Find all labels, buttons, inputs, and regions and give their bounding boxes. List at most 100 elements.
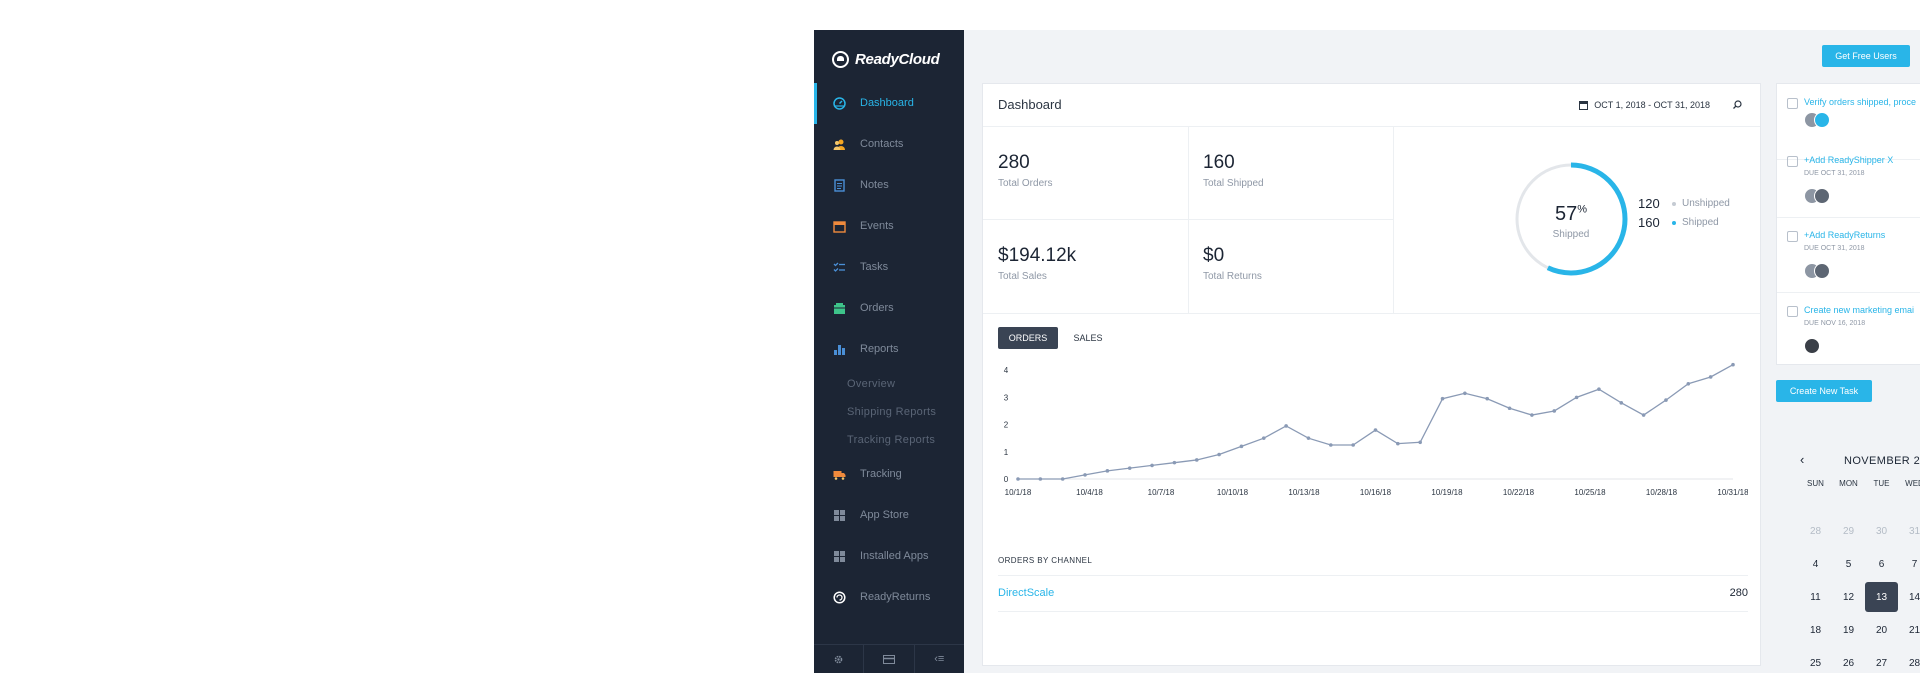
channel-value: 280 <box>1729 587 1748 599</box>
stat-divider <box>1188 127 1189 313</box>
header-divider <box>983 126 1760 127</box>
x-tick-label: 10/31/18 <box>1717 488 1748 497</box>
y-tick-label: 1 <box>1004 448 1009 457</box>
task-title[interactable]: +Add ReadyShipper X <box>1804 155 1893 165</box>
tab-sales[interactable]: SALES <box>1068 327 1108 349</box>
calendar-day[interactable]: 18 <box>1799 615 1832 645</box>
sidebar-subitem-overview[interactable]: Overview <box>814 370 964 398</box>
data-point <box>1150 463 1154 468</box>
calendar-day[interactable]: 26 <box>1832 648 1865 673</box>
task-checkbox[interactable] <box>1787 156 1798 167</box>
sidebar-subitem-tracking-reports[interactable]: Tracking Reports <box>814 426 964 454</box>
sidebar-item-readyreturns[interactable]: ReadyReturns <box>814 577 964 618</box>
y-tick-label: 2 <box>1004 421 1009 430</box>
sidebar-item-dashboard[interactable]: Dashboard <box>814 83 964 124</box>
sidebar-item-orders[interactable]: Orders <box>814 288 964 329</box>
calendar-weekday: MON <box>1839 479 1858 488</box>
grid-icon <box>834 510 845 521</box>
sidebar-item-reports[interactable]: Reports <box>814 329 964 370</box>
sidebar-item-installed-apps[interactable]: Installed Apps <box>814 536 964 577</box>
search-icon[interactable] <box>1733 100 1742 109</box>
task-item[interactable]: +Add ReadyShipper X DUE OCT 31, 2018 <box>1777 142 1920 218</box>
calendar-day[interactable]: 6 <box>1865 549 1898 579</box>
sidebar-item-label: ReadyReturns <box>860 591 931 603</box>
avatar <box>1814 263 1830 279</box>
stat-value: 160 <box>1203 152 1235 173</box>
truck-icon <box>833 471 846 480</box>
data-point <box>1708 375 1713 379</box>
tab-orders[interactable]: ORDERS <box>998 327 1058 349</box>
calendar-day[interactable]: 31 <box>1898 516 1920 546</box>
sidebar-footer: ‹≡ <box>814 644 964 673</box>
orders-by-channel-heading: ORDERS BY CHANNEL <box>998 556 1093 565</box>
stat-label: Total Sales <box>998 271 1047 282</box>
data-point <box>1396 441 1400 446</box>
billing-button[interactable] <box>864 645 915 673</box>
sidebar-item-notes[interactable]: Notes <box>814 165 964 206</box>
calendar-weekday: SUN <box>1807 479 1824 488</box>
sidebar-nav: Dashboard Contacts Notes Events Tasks Or… <box>814 83 964 618</box>
task-item[interactable]: Create new marketing emai DUE NOV 16, 20… <box>1777 292 1920 367</box>
calendar-day[interactable]: 21 <box>1898 615 1920 645</box>
calendar-day[interactable]: 25 <box>1799 648 1832 673</box>
sidebar-item-events[interactable]: Events <box>814 206 964 247</box>
calendar-day[interactable]: 30 <box>1865 516 1898 546</box>
calendar-day[interactable]: 11 <box>1799 582 1832 612</box>
gear-icon <box>834 655 843 663</box>
calendar-day[interactable]: 14 <box>1898 582 1920 612</box>
settings-button[interactable] <box>814 645 865 673</box>
stat-divider <box>983 219 1393 220</box>
y-tick-label: 4 <box>1004 366 1009 375</box>
data-point <box>1105 469 1110 473</box>
data-point <box>1127 466 1132 470</box>
data-point <box>1485 396 1490 401</box>
task-checkbox[interactable] <box>1787 231 1798 242</box>
sidebar-item-app-store[interactable]: App Store <box>814 495 964 536</box>
calendar-day[interactable]: 29 <box>1832 516 1865 546</box>
channel-row: DirectScale 280 <box>998 575 1748 612</box>
series-line <box>1018 364 1734 480</box>
calendar-day[interactable]: 13 <box>1865 582 1898 612</box>
task-title[interactable]: +Add ReadyReturns <box>1804 230 1885 240</box>
sidebar-item-label: Notes <box>860 179 889 191</box>
avatar <box>1814 188 1830 204</box>
task-title[interactable]: Verify orders shipped, proce <box>1804 97 1916 107</box>
calendar-day[interactable]: 5 <box>1832 549 1865 579</box>
collapse-sidebar-button[interactable]: ‹≡ <box>915 645 964 673</box>
sidebar-item-tasks[interactable]: Tasks <box>814 247 964 288</box>
sidebar-item-label: Tasks <box>860 261 889 273</box>
calendar-weekday: TUE <box>1873 479 1890 488</box>
calendar-day[interactable]: 7 <box>1898 549 1920 579</box>
create-new-task-button[interactable]: Create New Task <box>1776 380 1872 402</box>
calendar-day[interactable]: 12 <box>1832 582 1865 612</box>
task-due-date: DUE OCT 31, 2018 <box>1804 170 1865 177</box>
date-range-picker[interactable]: OCT 1, 2018 - OCT 31, 2018 <box>1579 100 1710 110</box>
sidebar-item-label: Orders <box>860 302 894 314</box>
sidebar-item-tracking[interactable]: Tracking <box>814 454 964 495</box>
get-free-users-button[interactable]: Get Free Users <box>1822 45 1910 67</box>
channel-name-link[interactable]: DirectScale <box>998 587 1054 599</box>
sidebar-item-contacts[interactable]: Contacts <box>814 124 964 165</box>
calendar-day[interactable]: 28 <box>1898 648 1920 673</box>
calendar-prev-button[interactable]: ‹ <box>1800 452 1804 467</box>
calendar-day[interactable]: 19 <box>1832 615 1865 645</box>
calendar-day[interactable]: 4 <box>1799 549 1832 579</box>
calendar-day[interactable]: 27 <box>1865 648 1898 673</box>
task-checkbox[interactable] <box>1787 306 1798 317</box>
task-item[interactable]: +Add ReadyReturns DUE OCT 31, 2018 <box>1777 217 1920 293</box>
calendar-day[interactable]: 28 <box>1799 516 1832 546</box>
calendar-day[interactable]: 20 <box>1865 615 1898 645</box>
x-tick-label: 10/16/18 <box>1360 488 1392 497</box>
legend-dot <box>1672 201 1676 206</box>
data-point <box>1507 406 1512 411</box>
brand-logo[interactable]: ReadyCloud <box>832 48 940 70</box>
sidebar-subitem-shipping-reports[interactable]: Shipping Reports <box>814 398 964 426</box>
x-tick-label: 10/4/18 <box>1076 488 1103 497</box>
y-tick-label: 3 <box>1004 393 1009 402</box>
task-checkbox[interactable] <box>1787 98 1798 109</box>
data-point <box>1418 440 1422 445</box>
data-point <box>1664 398 1668 402</box>
page-title: Dashboard <box>998 97 1062 112</box>
task-title[interactable]: Create new marketing emai <box>1804 305 1914 315</box>
x-tick-label: 10/25/18 <box>1574 488 1606 497</box>
